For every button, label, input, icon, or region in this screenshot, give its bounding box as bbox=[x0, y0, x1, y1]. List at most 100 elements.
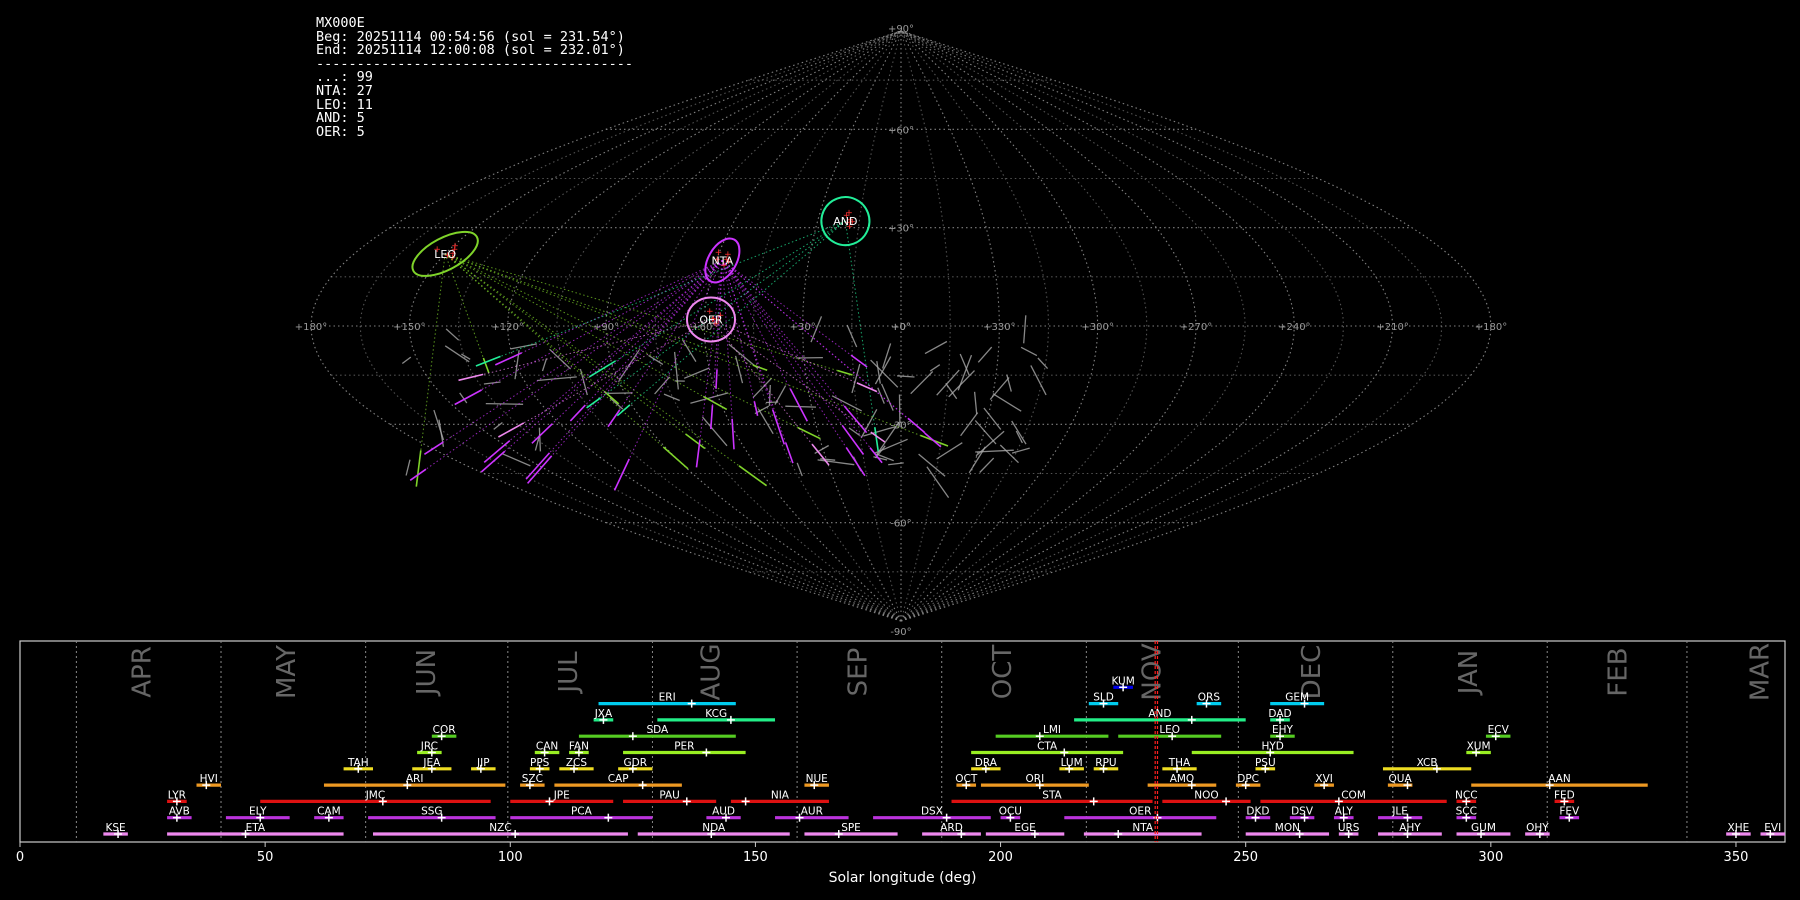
shower-label: PAU bbox=[659, 789, 680, 801]
shower-label: ORI bbox=[1026, 773, 1045, 785]
month-label-aug: AUG bbox=[696, 644, 726, 701]
shower-label: GDR bbox=[624, 757, 648, 769]
shower-dad: DAD bbox=[1268, 708, 1292, 724]
shower-label: LYR bbox=[168, 789, 186, 801]
month-label-jul: JUL bbox=[554, 651, 584, 695]
shower-label: COM bbox=[1341, 789, 1366, 801]
x-tick-label: 250 bbox=[1233, 850, 1258, 865]
shower-label: SDA bbox=[646, 724, 669, 736]
shower-hvi: HVI bbox=[196, 773, 222, 790]
shower-label: NDA bbox=[702, 822, 726, 834]
shower-label: JMC bbox=[365, 789, 386, 801]
x-tick-label: 0 bbox=[16, 850, 24, 865]
shower-label: DKD bbox=[1246, 806, 1269, 818]
shower-jrc: JRC bbox=[417, 741, 442, 757]
shower-label: SPE bbox=[841, 822, 861, 834]
shower-label: JPE bbox=[553, 789, 570, 801]
shower-ehy: EHY bbox=[1270, 724, 1295, 741]
shower-label: SCC bbox=[1456, 806, 1477, 818]
shower-label: ETA bbox=[246, 822, 266, 834]
x-axis-label: Solar longitude (deg) bbox=[829, 870, 977, 886]
shower-xhe: XHE bbox=[1726, 822, 1751, 838]
shower-label: SSG bbox=[421, 806, 442, 818]
shower-label: GEM bbox=[1285, 692, 1309, 704]
shower-label: XUM bbox=[1467, 741, 1491, 753]
shower-label: AAN bbox=[1548, 773, 1571, 785]
shower-label: EHY bbox=[1272, 724, 1294, 736]
shower-lum: LUM bbox=[1059, 757, 1084, 773]
x-tick-label: 300 bbox=[1478, 850, 1503, 865]
month-label-may: MAY bbox=[272, 645, 302, 699]
shower-label: URS bbox=[1338, 822, 1360, 834]
shower-label: XVI bbox=[1315, 773, 1332, 785]
shower-psu: PSU bbox=[1255, 757, 1276, 773]
shower-dra: DRA bbox=[971, 757, 1001, 773]
shower-label: ARD bbox=[940, 822, 963, 834]
shower-label: ZCS bbox=[566, 757, 588, 769]
shower-cor: COR bbox=[431, 724, 457, 741]
shower-kse: KSE bbox=[103, 822, 128, 838]
shower-label: ECV bbox=[1488, 724, 1510, 736]
shower-label: KUM bbox=[1111, 675, 1134, 687]
shower-label: ALY bbox=[1335, 806, 1354, 818]
shower-ncc: NCC bbox=[1455, 789, 1478, 806]
shower-label: ARI bbox=[406, 773, 424, 785]
shower-label: OER bbox=[1129, 806, 1151, 818]
shower-dpc: DPC bbox=[1235, 773, 1261, 790]
shower-aly: ALY bbox=[1333, 806, 1354, 822]
shower-label: ERI bbox=[659, 692, 676, 704]
x-tick-label: 50 bbox=[257, 850, 274, 865]
shower-label: OHY bbox=[1526, 822, 1549, 834]
shower-label: PPS bbox=[530, 757, 550, 769]
shower-label: STA bbox=[1042, 789, 1062, 801]
shower-label: NZC bbox=[489, 822, 511, 834]
shower-lyr: LYR bbox=[167, 789, 187, 806]
shower-label: KCG bbox=[705, 708, 727, 720]
month-label-feb: FEB bbox=[1603, 647, 1633, 696]
shower-label: TAH bbox=[347, 757, 369, 769]
shower-ors: ORS bbox=[1196, 692, 1222, 708]
shower-label: COR bbox=[433, 724, 456, 736]
shower-label: DRA bbox=[975, 757, 998, 769]
shower-label: OCT bbox=[955, 773, 978, 785]
shower-label: DAD bbox=[1268, 708, 1291, 720]
shower-szc: SZC bbox=[520, 773, 545, 790]
shower-ohy: OHY bbox=[1525, 822, 1550, 838]
shower-fev: FEV bbox=[1559, 806, 1580, 822]
shower-label: AVB bbox=[169, 806, 190, 818]
shower-sld: SLD bbox=[1088, 692, 1119, 708]
shower-label: JLE bbox=[1391, 806, 1408, 818]
shower-label: AUR bbox=[801, 806, 823, 818]
shower-label: NCC bbox=[1455, 789, 1478, 801]
shower-label: DPC bbox=[1237, 773, 1259, 785]
shower-ocu: OCU bbox=[999, 806, 1022, 822]
shower-label: NOO bbox=[1194, 789, 1218, 801]
shower-dkd: DKD bbox=[1245, 806, 1271, 822]
shower-label: CTA bbox=[1037, 741, 1058, 753]
shower-label: XHE bbox=[1728, 822, 1750, 834]
shower-label: CAN bbox=[536, 741, 558, 753]
shower-label: ELY bbox=[249, 806, 267, 818]
shower-timeline: APR MAY JUN JUL AUG SEP OCT NOV DEC JAN FEB MARKUME… bbox=[16, 640, 1786, 886]
shower-jxa: JXA bbox=[593, 708, 614, 724]
shower-nue: NUE bbox=[804, 773, 829, 790]
shower-label: AMO bbox=[1170, 773, 1195, 785]
month-label-apr: APR bbox=[128, 646, 158, 698]
month-label-sep: SEP bbox=[843, 648, 873, 697]
x-tick-label: 350 bbox=[1724, 850, 1749, 865]
shower-kum: KUM bbox=[1111, 675, 1135, 692]
shower-label: THA bbox=[1168, 757, 1191, 769]
shower-ecv: ECV bbox=[1485, 724, 1511, 741]
shower-label: LEO bbox=[1159, 724, 1180, 736]
month-label-nov: NOV bbox=[1138, 643, 1168, 700]
shower-label: NIA bbox=[771, 789, 790, 801]
shower-label: JIP bbox=[476, 757, 490, 769]
shower-dsv: DSV bbox=[1289, 806, 1315, 822]
shower-label: CAP bbox=[608, 773, 629, 785]
shower-label: KSE bbox=[106, 822, 126, 834]
shower-urs: URS bbox=[1338, 822, 1360, 838]
shower-qua: QUA bbox=[1387, 773, 1413, 790]
shower-cam: CAM bbox=[314, 806, 344, 822]
shower-tah: TAH bbox=[343, 757, 373, 773]
shower-label: OCU bbox=[999, 806, 1022, 818]
